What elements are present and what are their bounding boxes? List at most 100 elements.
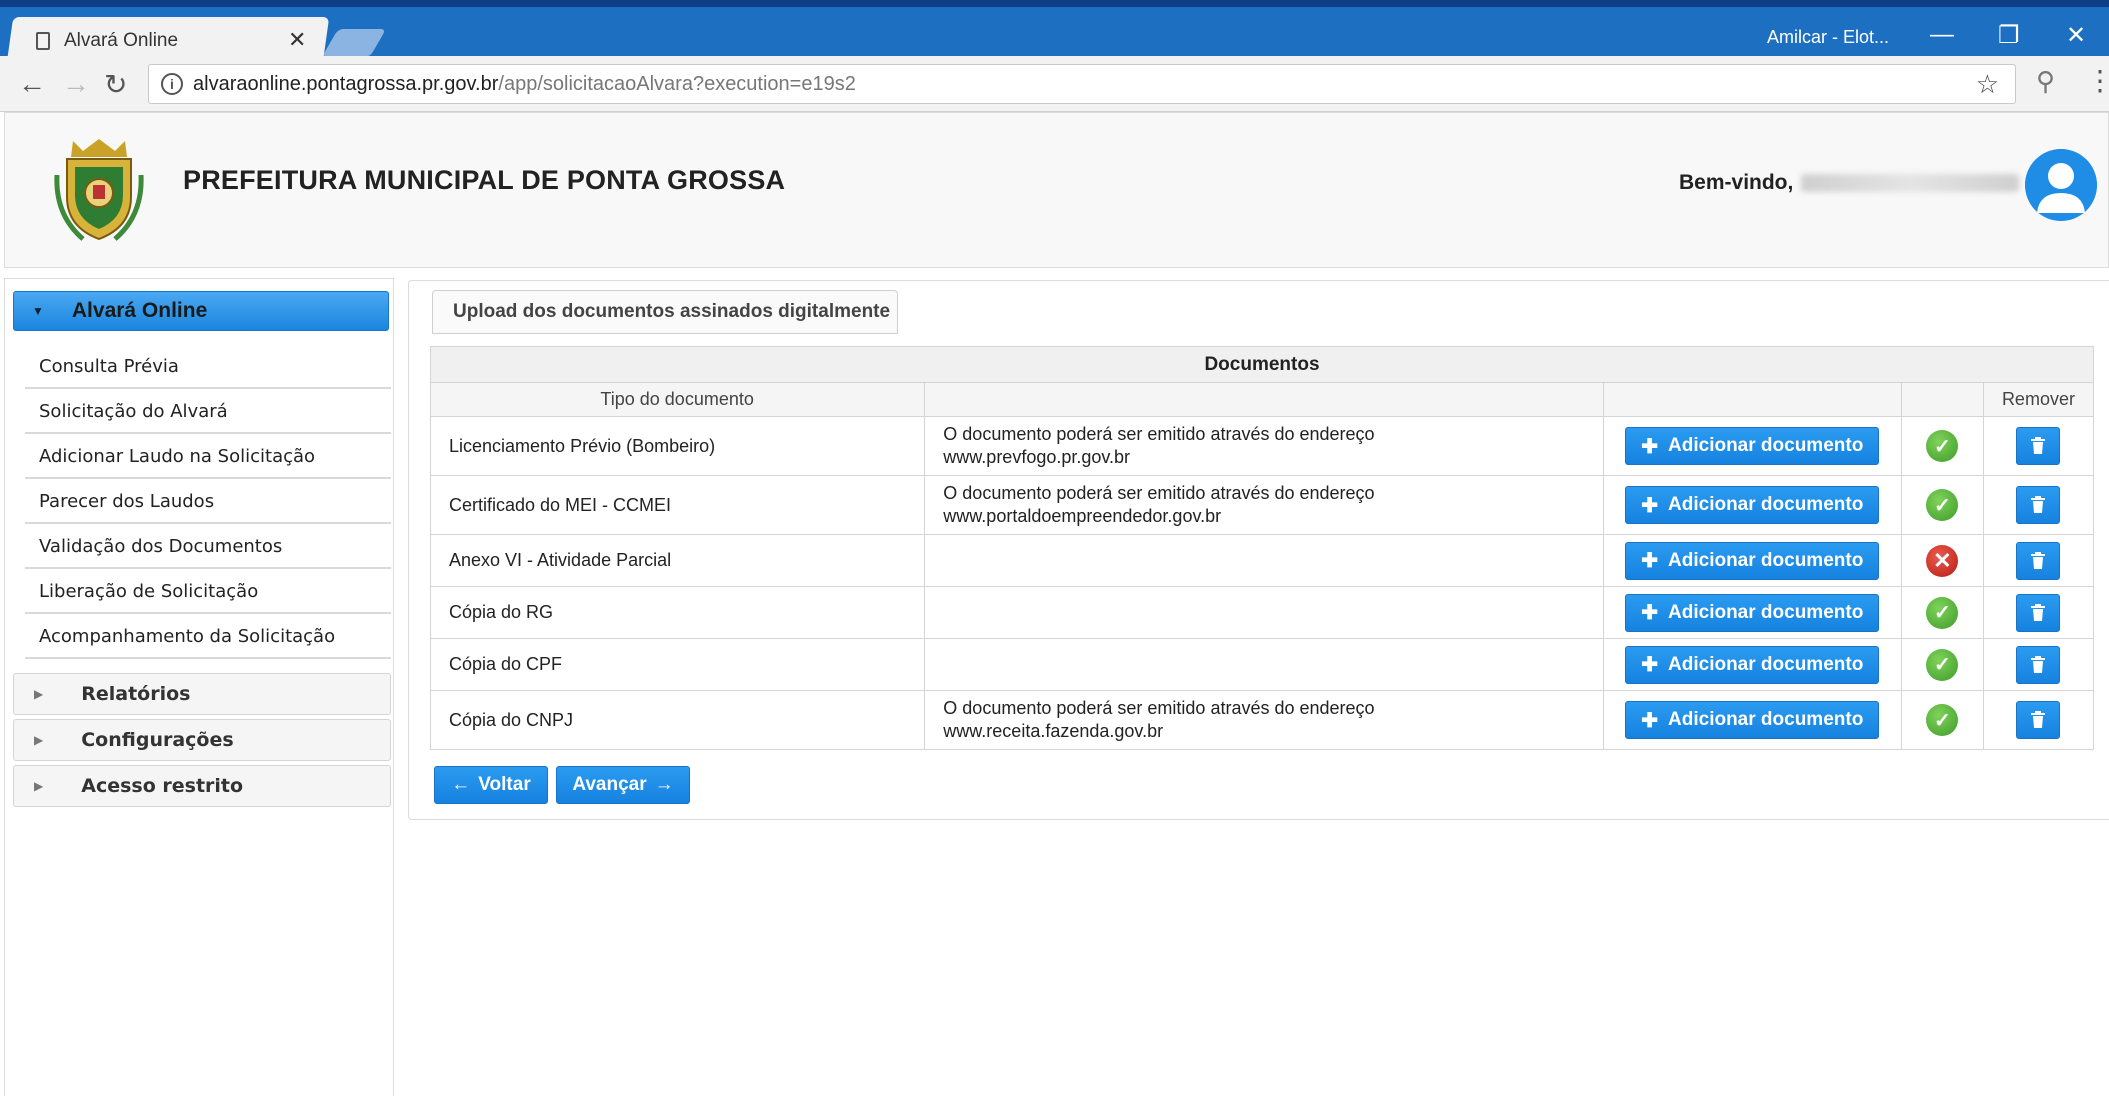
plus-icon: ✚ <box>1641 494 1659 517</box>
close-tab-icon[interactable]: ✕ <box>288 27 306 53</box>
add-document-button[interactable]: ✚ Adicionar documento <box>1625 645 1880 684</box>
document-type: Anexo VI - Atividade Parcial <box>429 534 926 587</box>
menu-configuracoes[interactable]: ▶ Configurações <box>13 719 391 761</box>
restore-icon[interactable]: ❐ <box>1998 21 2020 50</box>
url-input[interactable]: i alvaraonline.pontagrossa.pr.gov.br/app… <box>148 64 2016 104</box>
browser-menu-icon[interactable]: ⋮ <box>2086 64 2109 97</box>
plus-icon: ✚ <box>1641 550 1659 572</box>
check-icon: ✓ <box>1926 704 1959 736</box>
add-cell: ✚ Adicionar documento <box>1602 690 1902 750</box>
next-button[interactable]: Avançar → <box>556 766 690 804</box>
coat-of-arms-logo <box>54 139 144 241</box>
status-cell: ✕ <box>1900 534 1984 587</box>
document-description: O documento poderá ser emitido através d… <box>924 416 1604 476</box>
document-type: Cópia do RG <box>429 586 926 639</box>
table-row: Cópia do RG ✚ Adicionar documento ✓ <box>429 586 2095 639</box>
menu-relatorios[interactable]: ▶ Relatórios <box>13 673 391 715</box>
url-host: alvaraonline.pontagrossa.pr.gov.br <box>193 72 499 95</box>
arrow-left-icon: ← <box>451 774 471 795</box>
add-document-label: Adicionar documento <box>1668 601 1864 623</box>
table-row: Cópia do CNPJ O documento poderá ser emi… <box>429 690 2095 750</box>
document-description <box>924 586 1604 639</box>
add-document-label: Adicionar documento <box>1668 709 1864 730</box>
status-cell: ✓ <box>1900 416 1984 476</box>
menu-alvara-online[interactable]: ▼ Alvará Online <box>13 291 389 331</box>
page-title: PREFEITURA MUNICIPAL DE PONTA GROSSA <box>183 165 786 195</box>
sidebar-item-validacao-documentos[interactable]: Validação dos Documentos <box>25 525 391 569</box>
remove-document-button[interactable] <box>2016 486 2061 524</box>
new-tab-button[interactable] <box>321 29 387 57</box>
remove-cell <box>1982 638 2095 691</box>
remove-cell <box>1982 534 2095 587</box>
page-icon <box>36 32 50 50</box>
add-cell: ✚ Adicionar documento <box>1602 475 1902 535</box>
error-icon: ✕ <box>1926 544 1959 577</box>
plus-icon: ✚ <box>1641 435 1659 458</box>
tab-upload-label: Upload dos documentos assinados digitalm… <box>453 301 891 322</box>
sidebar-item-label: Adicionar Laudo na Solicitação <box>39 445 316 467</box>
remove-cell <box>1982 586 2095 639</box>
remove-cell <box>1982 475 2095 535</box>
table-caption: Documentos <box>430 346 2094 383</box>
browser-tab-content[interactable]: Alvará Online <box>36 21 326 61</box>
sidebar-item-label: Consulta Prévia <box>39 355 179 377</box>
description-line: O documento poderá ser emitido através d… <box>943 424 1375 444</box>
column-header-description <box>924 382 1604 417</box>
sidebar-item-label: Acompanhamento da Solicitação <box>39 625 336 647</box>
remove-document-button[interactable] <box>2016 645 2061 684</box>
add-cell: ✚ Adicionar documento <box>1602 416 1902 476</box>
back-button[interactable]: ← Voltar <box>434 766 548 804</box>
tab-upload-documentos[interactable]: Upload dos documentos assinados digitalm… <box>432 290 898 334</box>
bookmark-star-icon[interactable]: ☆ <box>1976 69 1999 100</box>
back-arrow-icon[interactable]: ← <box>18 68 46 100</box>
description-url: www.portaldoempreendedor.gov.br <box>943 506 1222 526</box>
description-url: www.prevfogo.pr.gov.br <box>943 447 1131 467</box>
caret-right-icon: ▶ <box>34 733 44 747</box>
remove-document-button[interactable] <box>2016 701 2061 739</box>
table-row: Cópia do CPF ✚ Adicionar documento ✓ <box>429 638 2095 691</box>
menu-acesso-restrito[interactable]: ▶ Acesso restrito <box>13 765 391 807</box>
description-url: www.receita.fazenda.gov.br <box>943 721 1164 741</box>
sidebar-item-acompanhamento[interactable]: Acompanhamento da Solicitação <box>25 615 391 659</box>
add-document-button[interactable]: ✚ Adicionar documento <box>1625 541 1880 580</box>
document-type: Cópia do CPF <box>429 638 926 691</box>
add-document-button[interactable]: ✚ Adicionar documento <box>1625 486 1880 524</box>
close-window-icon[interactable]: ✕ <box>2066 21 2086 50</box>
forward-arrow-icon[interactable]: → <box>62 68 90 100</box>
check-icon: ✓ <box>1926 648 1959 681</box>
remove-document-button[interactable] <box>2016 593 2061 632</box>
sidebar-item-liberacao-solicitacao[interactable]: Liberação de Solicitação <box>25 570 391 614</box>
status-cell: ✓ <box>1900 586 1984 639</box>
document-type: Licenciamento Prévio (Bombeiro) <box>429 416 926 476</box>
browser-user-label[interactable]: Amilcar - Elot... <box>1767 27 1889 48</box>
minimize-icon[interactable]: — <box>1930 21 1954 49</box>
column-header-add <box>1602 382 1902 417</box>
reload-icon[interactable]: ↻ <box>104 68 127 101</box>
add-document-button[interactable]: ✚ Adicionar documento <box>1625 593 1880 632</box>
menu-label: Acesso restrito <box>81 775 244 797</box>
sidebar-item-adicionar-laudo[interactable]: Adicionar Laudo na Solicitação <box>25 435 391 479</box>
column-header-status <box>1900 382 1984 417</box>
add-document-button[interactable]: ✚ Adicionar documento <box>1625 427 1880 465</box>
add-document-label: Adicionar documento <box>1668 435 1864 456</box>
sidebar-item-solicitacao-alvara[interactable]: Solicitação do Alvará <box>25 390 391 434</box>
add-document-label: Adicionar documento <box>1668 653 1864 675</box>
documents-table: Documentos Tipo do documento Remover Lic… <box>429 346 2095 750</box>
description-line: O documento poderá ser emitido através d… <box>943 698 1375 718</box>
sidebar-item-label: Liberação de Solicitação <box>39 580 259 602</box>
trash-icon <box>2031 711 2046 728</box>
info-icon[interactable]: i <box>161 73 183 95</box>
extension-icon[interactable]: ⚲ <box>2036 66 2055 97</box>
document-description: O documento poderá ser emitido através d… <box>924 690 1604 750</box>
user-name-blurred <box>1801 174 2020 192</box>
sidebar-item-consulta-previa[interactable]: Consulta Prévia <box>25 345 391 389</box>
next-label: Avançar <box>572 774 647 795</box>
sidebar-item-parecer-laudos[interactable]: Parecer dos Laudos <box>25 480 391 524</box>
add-document-button[interactable]: ✚ Adicionar documento <box>1625 701 1880 739</box>
table-row: Anexo VI - Atividade Parcial ✚ Adicionar … <box>429 534 2095 587</box>
remove-document-button[interactable] <box>2016 541 2061 580</box>
user-avatar-icon[interactable] <box>2025 149 2097 221</box>
remove-document-button[interactable] <box>2016 427 2061 465</box>
check-icon: ✓ <box>1926 489 1959 521</box>
table-caption-row: Documentos <box>430 346 2094 383</box>
